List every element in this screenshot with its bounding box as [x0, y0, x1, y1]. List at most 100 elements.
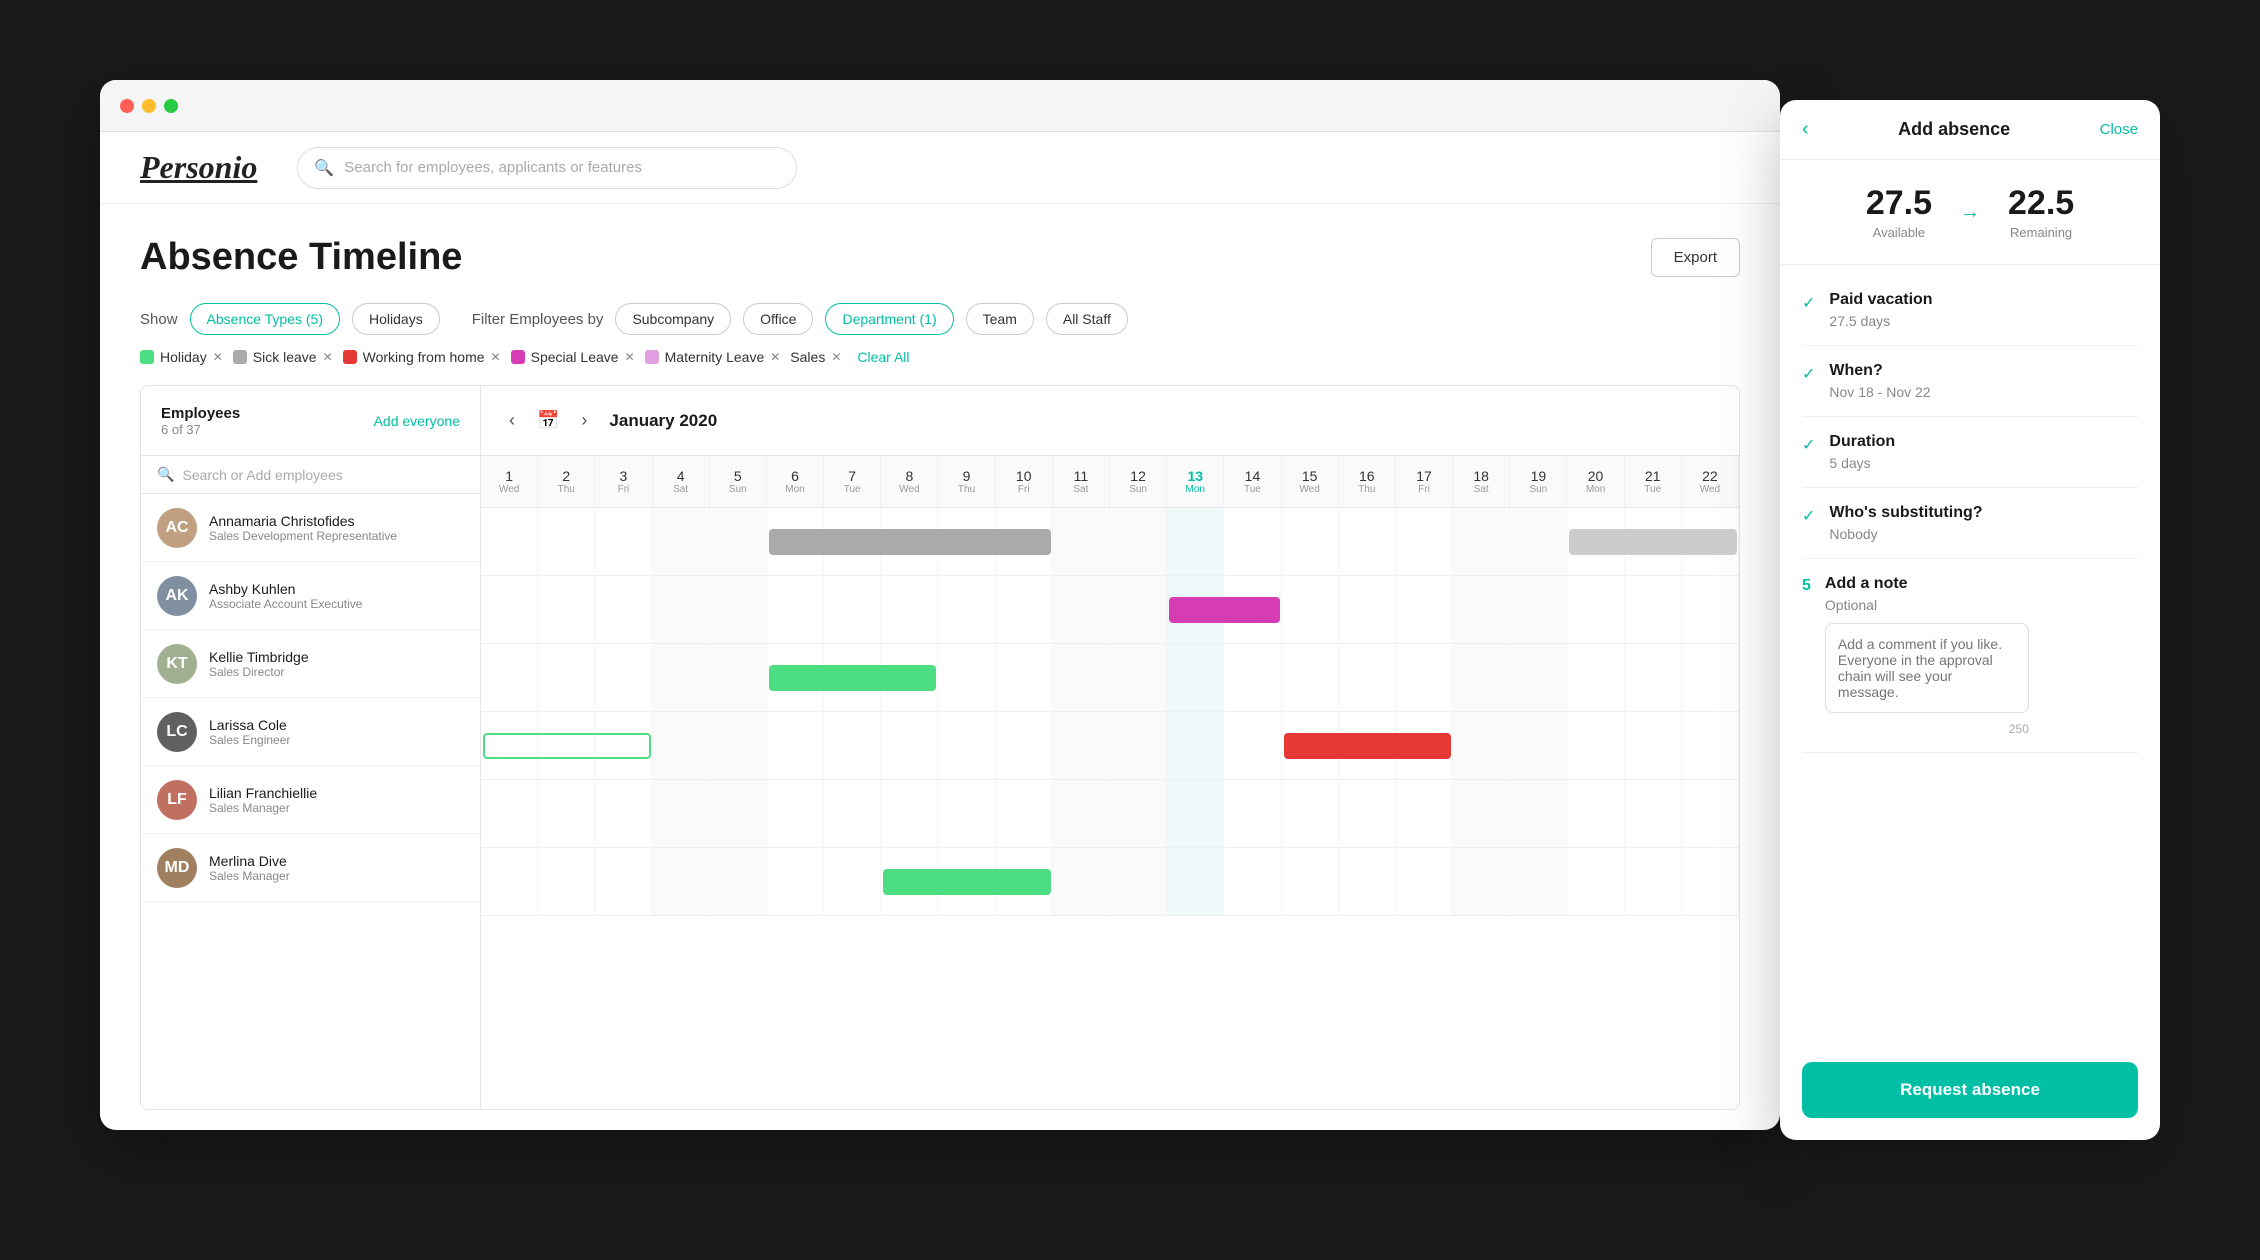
cal-cell[interactable]	[1625, 848, 1682, 915]
cal-cell[interactable]	[1282, 644, 1339, 711]
cal-cell[interactable]	[1396, 780, 1453, 847]
export-button[interactable]: Export	[1651, 238, 1740, 277]
cal-cell[interactable]	[1053, 576, 1110, 643]
tag-remove-wfh[interactable]: ✕	[491, 350, 501, 364]
cal-cell[interactable]	[824, 848, 881, 915]
cal-cell[interactable]	[710, 644, 767, 711]
cal-cell[interactable]	[824, 780, 881, 847]
cal-cell[interactable]	[538, 576, 595, 643]
cal-cell[interactable]	[881, 780, 938, 847]
filter-office[interactable]: Office	[743, 303, 813, 335]
filter-absence-types[interactable]: Absence Types (5)	[190, 303, 340, 335]
cal-row[interactable]	[481, 644, 1739, 712]
cal-cell[interactable]	[1396, 576, 1453, 643]
employee-item[interactable]: LF Lilian Franchiellie Sales Manager	[141, 766, 480, 834]
cal-cell[interactable]	[1224, 508, 1281, 575]
add-everyone-button[interactable]: Add everyone	[374, 413, 460, 429]
cal-row[interactable]	[481, 780, 1739, 848]
cal-cell[interactable]	[1453, 712, 1510, 779]
cal-cell[interactable]	[1682, 848, 1739, 915]
cal-cell[interactable]	[1110, 712, 1167, 779]
cal-cell[interactable]	[538, 508, 595, 575]
tag-remove-specialleave[interactable]: ✕	[625, 350, 635, 364]
cal-cell[interactable]	[1396, 508, 1453, 575]
cal-cell[interactable]	[1510, 644, 1567, 711]
cal-cell[interactable]	[1282, 780, 1339, 847]
cal-cell[interactable]	[767, 712, 824, 779]
cal-cell[interactable]	[1110, 508, 1167, 575]
cal-cell[interactable]	[595, 576, 652, 643]
cal-cell[interactable]	[710, 780, 767, 847]
cal-cell[interactable]	[1682, 576, 1739, 643]
cal-cell[interactable]	[1053, 644, 1110, 711]
cal-cell[interactable]	[996, 644, 1053, 711]
cal-cell[interactable]	[1167, 644, 1224, 711]
tag-remove-sickleave[interactable]: ✕	[323, 350, 333, 364]
cal-cell[interactable]	[1224, 712, 1281, 779]
traffic-light-red[interactable]	[120, 99, 134, 113]
cal-cell[interactable]	[1053, 848, 1110, 915]
employee-search[interactable]: 🔍 Search or Add employees	[141, 456, 480, 494]
cal-cell[interactable]	[710, 712, 767, 779]
cal-calendar-icon[interactable]: 📅	[537, 410, 559, 431]
filter-subcompany[interactable]: Subcompany	[615, 303, 731, 335]
cal-cell[interactable]	[1453, 576, 1510, 643]
cal-cell[interactable]	[595, 508, 652, 575]
cal-cell[interactable]	[1682, 644, 1739, 711]
cal-cell[interactable]	[881, 576, 938, 643]
cal-next-button[interactable]: ›	[573, 406, 595, 435]
cal-cell[interactable]	[1339, 508, 1396, 575]
cal-cell[interactable]	[1282, 848, 1339, 915]
cal-cell[interactable]	[938, 644, 995, 711]
cal-cell[interactable]	[1224, 644, 1281, 711]
cal-cell[interactable]	[1567, 576, 1624, 643]
cal-cell[interactable]	[1510, 508, 1567, 575]
cal-cell[interactable]	[481, 848, 538, 915]
cal-cell[interactable]	[1567, 644, 1624, 711]
cal-cell[interactable]	[1224, 780, 1281, 847]
cal-cell[interactable]	[1396, 848, 1453, 915]
cal-cell[interactable]	[1453, 508, 1510, 575]
cal-cell[interactable]	[653, 644, 710, 711]
cal-cell[interactable]	[653, 576, 710, 643]
cal-cell[interactable]	[996, 576, 1053, 643]
cal-cell[interactable]	[595, 780, 652, 847]
cal-cell[interactable]	[1567, 780, 1624, 847]
cal-cell[interactable]	[1053, 712, 1110, 779]
employee-item[interactable]: LC Larissa Cole Sales Engineer	[141, 698, 480, 766]
cal-cell[interactable]	[653, 508, 710, 575]
cal-cell[interactable]	[1510, 712, 1567, 779]
cal-row[interactable]	[481, 508, 1739, 576]
cal-cell[interactable]	[1625, 780, 1682, 847]
filter-department[interactable]: Department (1)	[825, 303, 953, 335]
search-bar[interactable]: 🔍 Search for employees, applicants or fe…	[297, 147, 797, 189]
cal-cell[interactable]	[824, 576, 881, 643]
cal-cell[interactable]	[710, 508, 767, 575]
cal-cell[interactable]	[938, 712, 995, 779]
cal-cell[interactable]	[1625, 644, 1682, 711]
cal-cell[interactable]	[710, 576, 767, 643]
cal-cell[interactable]	[1110, 576, 1167, 643]
traffic-light-green[interactable]	[164, 99, 178, 113]
cal-cell[interactable]	[1682, 780, 1739, 847]
cal-row[interactable]	[481, 576, 1739, 644]
cal-cell[interactable]	[996, 780, 1053, 847]
cal-cell[interactable]	[1110, 644, 1167, 711]
cal-cell[interactable]	[1339, 780, 1396, 847]
cal-cell[interactable]	[1110, 780, 1167, 847]
employee-item[interactable]: AK Ashby Kuhlen Associate Account Execut…	[141, 562, 480, 630]
cal-cell[interactable]	[1224, 848, 1281, 915]
cal-cell[interactable]	[767, 780, 824, 847]
cal-cell[interactable]	[1282, 576, 1339, 643]
cal-cell[interactable]	[653, 712, 710, 779]
cal-cell[interactable]	[710, 848, 767, 915]
cal-cell[interactable]	[1567, 712, 1624, 779]
cal-cell[interactable]	[1625, 576, 1682, 643]
filter-holidays[interactable]: Holidays	[352, 303, 440, 335]
cal-cell[interactable]	[1339, 644, 1396, 711]
cal-cell[interactable]	[938, 576, 995, 643]
cal-cell[interactable]	[1682, 712, 1739, 779]
cal-cell[interactable]	[1053, 780, 1110, 847]
cal-cell[interactable]	[1282, 508, 1339, 575]
cal-cell[interactable]	[824, 712, 881, 779]
